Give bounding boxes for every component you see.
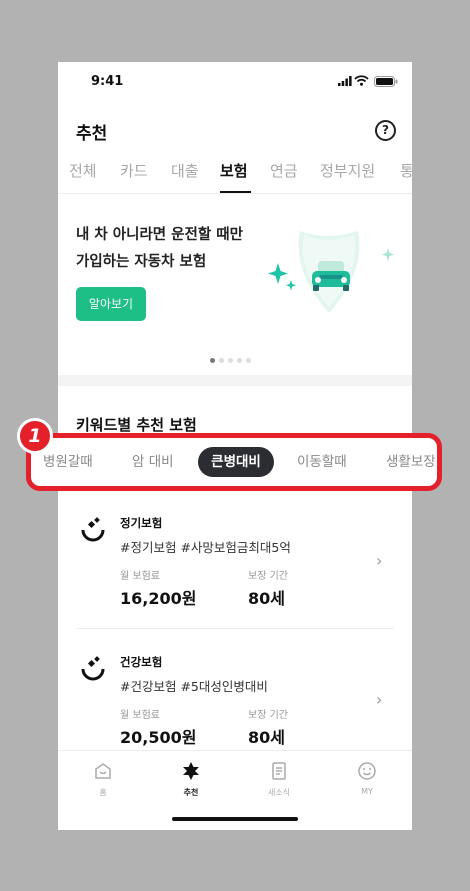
premium-value: 16,200원 bbox=[120, 589, 197, 608]
tab-pension[interactable]: 연금 bbox=[270, 160, 298, 181]
period-value: 80세 bbox=[248, 728, 285, 747]
tab-underline bbox=[220, 191, 251, 193]
tab-loan[interactable]: 대출 bbox=[171, 160, 199, 181]
tab-government-support[interactable]: 정부지원 bbox=[320, 160, 375, 181]
smile-icon bbox=[358, 762, 376, 780]
banner-pagination bbox=[210, 348, 255, 367]
insurance-name: 정기보험 bbox=[120, 516, 163, 530]
pagination-dot bbox=[219, 358, 224, 363]
insurance-logo-icon bbox=[81, 517, 105, 542]
chevron-right-icon[interactable]: › bbox=[376, 551, 382, 570]
period-label: 보장 기간 bbox=[248, 571, 288, 582]
pagination-dot bbox=[228, 358, 233, 363]
insurance-tags: #건강보험 #5대성인병대비 bbox=[120, 679, 268, 694]
period-value: 80세 bbox=[248, 589, 285, 608]
chip-hospital[interactable]: 병원갈때 bbox=[43, 447, 93, 477]
nav-recommend-label: 추천 bbox=[183, 788, 199, 797]
pagination-dot bbox=[210, 358, 215, 363]
status-bar: 9:41 bbox=[58, 62, 412, 102]
car-shield-illustration bbox=[268, 231, 394, 313]
nav-news-label: 새소식 bbox=[267, 788, 291, 797]
premium-label: 월 보험료 bbox=[120, 710, 160, 721]
insurance-card[interactable]: 정기보험 #정기보험 #사망보험금최대5억 월 보험료 보장 기간 16,200… bbox=[58, 515, 412, 635]
status-time: 9:41 bbox=[91, 74, 124, 89]
callout-number-badge: 1 bbox=[17, 418, 53, 454]
nav-recommend[interactable]: 추천 bbox=[161, 761, 221, 798]
chevron-right-icon[interactable]: › bbox=[376, 690, 382, 709]
chip-daily-life[interactable]: 생활보장 bbox=[386, 447, 436, 477]
battery-icon bbox=[374, 76, 398, 87]
nav-home-label: 홈 bbox=[99, 788, 107, 797]
section-title: 키워드별 추천 보험 bbox=[76, 416, 197, 434]
star-icon bbox=[183, 762, 199, 780]
chip-travel[interactable]: 이동할때 bbox=[297, 447, 347, 477]
page-title: 추천 bbox=[76, 124, 108, 144]
premium-label: 월 보험료 bbox=[120, 571, 160, 582]
period-label: 보장 기간 bbox=[248, 710, 288, 721]
insurance-logo-icon bbox=[81, 656, 105, 681]
nav-my[interactable]: MY bbox=[337, 761, 397, 796]
tab-more[interactable]: 통 bbox=[400, 160, 412, 181]
category-tabs: 전체 카드 대출 보험 연금 정부지원 통 bbox=[58, 154, 412, 194]
tab-all[interactable]: 전체 bbox=[69, 160, 97, 181]
section-divider bbox=[58, 375, 412, 386]
insurance-name: 건강보험 bbox=[120, 655, 163, 669]
signal-icon bbox=[338, 76, 352, 86]
help-icon[interactable]: ? bbox=[375, 120, 396, 141]
wifi-icon bbox=[354, 75, 369, 86]
home-icon bbox=[95, 763, 111, 779]
promo-banner[interactable]: 내 차 아니라면 운전할 때만 가입하는 자동차 보험 알아보기 bbox=[58, 195, 412, 375]
learn-more-button[interactable]: 알아보기 bbox=[76, 287, 146, 321]
banner-title-line2: 가입하는 자동차 보험 bbox=[76, 254, 207, 270]
tab-insurance[interactable]: 보험 bbox=[220, 160, 248, 181]
nav-home[interactable]: 홈 bbox=[73, 761, 133, 798]
keyword-chip-row: 병원갈때 암 대비 큰병대비 이동할때 생활보장 bbox=[26, 433, 442, 491]
banner-title-line1: 내 차 아니라면 운전할 때만 bbox=[76, 227, 243, 243]
document-icon bbox=[272, 762, 286, 780]
pagination-dot bbox=[246, 358, 251, 363]
card-divider bbox=[76, 628, 394, 629]
chip-serious-illness[interactable]: 큰병대비 bbox=[198, 447, 274, 477]
insurance-tags: #정기보험 #사망보험금최대5억 bbox=[120, 540, 291, 555]
nav-my-label: MY bbox=[361, 787, 373, 796]
tab-card[interactable]: 카드 bbox=[120, 160, 148, 181]
premium-value: 20,500원 bbox=[120, 728, 197, 747]
home-indicator bbox=[172, 817, 298, 821]
chip-cancer[interactable]: 암 대비 bbox=[132, 447, 174, 477]
pagination-dot bbox=[237, 358, 242, 363]
nav-news[interactable]: 새소식 bbox=[249, 761, 309, 798]
